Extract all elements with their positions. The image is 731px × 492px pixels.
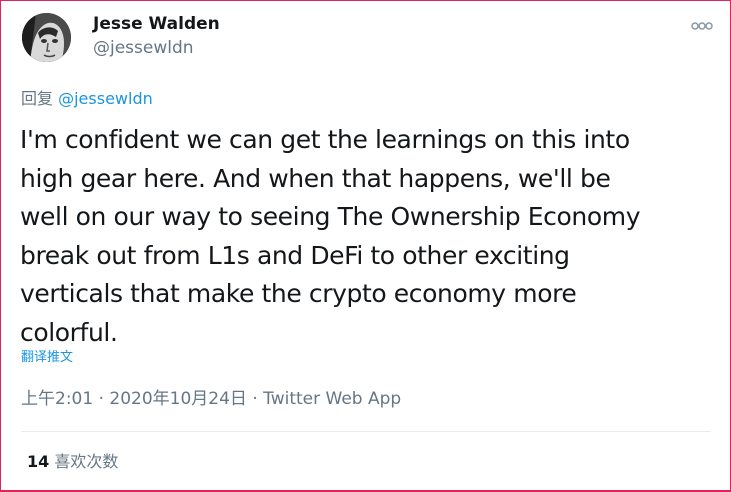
tweet-text-line: break out from L1s and DeFi to other exc… bbox=[20, 240, 570, 270]
tweet-text-line: verticals that make the crypto economy m… bbox=[20, 279, 577, 308]
meta-separator: · bbox=[246, 389, 264, 409]
reply-prefix: 回复 bbox=[21, 89, 54, 108]
tweet-metadata: 上午2:01 · 2020年10月24日 · Twitter Web App bbox=[21, 387, 401, 411]
tweet-source-link[interactable]: Twitter Web App bbox=[263, 389, 401, 409]
tweet-time[interactable]: 上午2:01 bbox=[21, 389, 93, 409]
author-name[interactable]: Jesse Walden bbox=[93, 13, 220, 35]
avatar-image bbox=[22, 13, 71, 62]
tweet-text: I'm confident we can get the learnings o… bbox=[20, 121, 720, 352]
tweet-text-line: well on our way to seeing The Ownership … bbox=[20, 202, 641, 231]
reply-mention-link[interactable]: @jessewldn bbox=[58, 89, 153, 108]
divider bbox=[21, 431, 711, 432]
likes-label: 喜欢次数 bbox=[54, 452, 119, 471]
tweet-card: Jesse Walden @jessewldn 回复 @jessewldn I'… bbox=[0, 0, 731, 492]
author-handle[interactable]: @jessewldn bbox=[93, 37, 194, 59]
tweet-text-line: I'm confident we can get the learnings o… bbox=[20, 125, 630, 154]
tweet-text-line: high gear here. And when that happens, w… bbox=[20, 163, 611, 193]
tweet-text-line: colorful. bbox=[20, 317, 118, 347]
meta-separator: · bbox=[93, 389, 110, 409]
translate-tweet-link[interactable]: 翻译推文 bbox=[21, 349, 73, 367]
replying-to: 回复 @jessewldn bbox=[21, 88, 153, 110]
more-options-button[interactable] bbox=[691, 17, 713, 30]
more-icon bbox=[691, 22, 713, 30]
tweet-date[interactable]: 2020年10月24日 bbox=[109, 389, 247, 409]
likes-count: 14 bbox=[27, 452, 50, 471]
likes-count-link[interactable]: 14 喜欢次数 bbox=[27, 451, 118, 473]
avatar[interactable] bbox=[22, 13, 71, 62]
